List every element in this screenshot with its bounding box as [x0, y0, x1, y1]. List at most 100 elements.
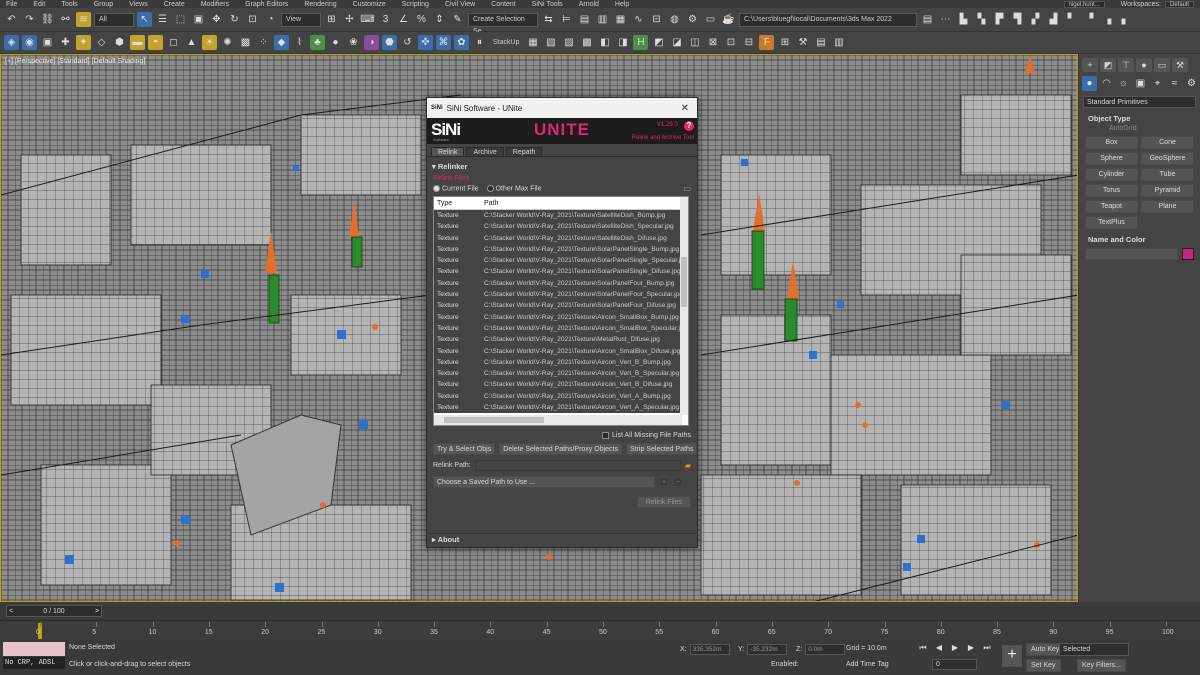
- fx-icon[interactable]: F: [759, 35, 775, 50]
- rendered-frame-window-icon[interactable]: ▭: [703, 12, 718, 27]
- time-slider-next-icon[interactable]: >: [93, 608, 101, 615]
- maxscript-listener[interactable]: [3, 642, 65, 656]
- missing-files-list[interactable]: Type Path Texture C:\Stacker World\V-Ray_…: [433, 196, 689, 426]
- tool-f-icon[interactable]: ▟: [1046, 12, 1061, 27]
- y-field[interactable]: -35.232m: [747, 644, 788, 655]
- bind-space-warp-icon[interactable]: ≋: [76, 12, 91, 27]
- add-time-tag[interactable]: Add Time Tag: [846, 661, 889, 668]
- sini-b-icon[interactable]: ▧: [543, 35, 558, 50]
- table-row[interactable]: Texture C:\Stacker World\V-Ray_2021\Textu…: [434, 243, 680, 256]
- select-place-icon[interactable]: ◔: [263, 12, 278, 27]
- create-tab-icon[interactable]: +: [1082, 58, 1098, 72]
- menu-item-tools[interactable]: Tools: [61, 1, 77, 8]
- tool-a-icon[interactable]: ▙: [956, 12, 971, 27]
- menu-item-customize[interactable]: Customize: [353, 1, 386, 8]
- menu-item-sini-tools[interactable]: SiNi Tools: [532, 1, 563, 8]
- mirror-icon[interactable]: ⇆: [541, 12, 556, 27]
- tube-button[interactable]: Tube: [1141, 168, 1194, 181]
- menu-item-arnold[interactable]: Arnold: [579, 1, 599, 8]
- named-selection-set-dropdown[interactable]: Create Selection Se: [468, 12, 538, 35]
- checker-icon[interactable]: ▩: [238, 35, 253, 50]
- sini-c-icon[interactable]: ▨: [561, 35, 576, 50]
- tab-archive[interactable]: Archive: [466, 147, 504, 156]
- space-warps-icon[interactable]: ≈: [1167, 76, 1182, 91]
- sini-pause-icon[interactable]: ⏸: [472, 35, 487, 50]
- sini-ignite-icon[interactable]: ✿: [454, 35, 469, 50]
- tool-i-icon[interactable]: ▗: [1100, 12, 1115, 27]
- window-crossing-icon[interactable]: ▣: [191, 12, 206, 27]
- bake-tool-icon[interactable]: ⬣: [382, 35, 397, 50]
- geosphere-button[interactable]: GeoSphere: [1141, 152, 1194, 165]
- remove-saved-path-icon[interactable]: −: [673, 477, 683, 487]
- teapot-button[interactable]: Teapot: [1085, 200, 1138, 213]
- angle-snap-icon[interactable]: ∠: [396, 12, 411, 27]
- previous-frame-icon[interactable]: ◀: [934, 643, 944, 653]
- adaptive-degradation-toggle[interactable]: Enabled:: [771, 661, 799, 668]
- material-editor-icon[interactable]: ◍: [667, 12, 682, 27]
- scene-explorer-icon[interactable]: ▤: [577, 12, 592, 27]
- pivot-center-icon[interactable]: ⊞: [324, 12, 339, 27]
- material-tool-icon[interactable]: ◑: [364, 35, 379, 50]
- play-icon[interactable]: ▶: [950, 643, 960, 653]
- light-icon[interactable]: ✺: [220, 35, 235, 50]
- table-row[interactable]: Texture C:\Stacker World\V-Ray_2021\Textu…: [434, 356, 680, 369]
- tool-h-icon[interactable]: ▝: [1082, 12, 1097, 27]
- menu-item-graph-editors[interactable]: Graph Editors: [245, 1, 288, 8]
- shapes-icon[interactable]: ◠: [1099, 76, 1114, 91]
- user-account[interactable]: nigel.hunt...: [1063, 0, 1105, 8]
- torus-button[interactable]: Torus: [1085, 184, 1138, 197]
- table-row[interactable]: Texture C:\Stacker World\V-Ray_2021\Textu…: [434, 210, 680, 222]
- sini-l-icon[interactable]: ⊟: [741, 35, 756, 50]
- table-row[interactable]: Texture C:\Stacker World\V-Ray_2021\Textu…: [434, 300, 680, 312]
- scatter-icon[interactable]: ⁘: [256, 35, 271, 50]
- time-slider-prev-icon[interactable]: <: [7, 608, 15, 615]
- tab-repath[interactable]: Repath: [505, 147, 543, 156]
- helpers-icon[interactable]: ⌖: [1150, 76, 1165, 91]
- select-object-icon[interactable]: ↖: [137, 12, 152, 27]
- set-key-plus-icon[interactable]: +: [1002, 645, 1022, 667]
- sini-tool-6-icon[interactable]: ◇: [94, 35, 109, 50]
- link-icon[interactable]: ⛓: [40, 12, 55, 27]
- cone-button[interactable]: Cone: [1141, 136, 1194, 149]
- modify-tab-icon[interactable]: ◩: [1100, 58, 1116, 72]
- menu-item-help[interactable]: Help: [615, 1, 629, 8]
- rectangular-selection-icon[interactable]: ⬚: [173, 12, 188, 27]
- snaps-toggle-icon[interactable]: 3: [378, 12, 393, 27]
- menu-item-rendering[interactable]: Rendering: [304, 1, 336, 8]
- saved-path-dropdown[interactable]: Choose a Saved Path to Use ...: [433, 476, 655, 488]
- hierarchy-tab-icon[interactable]: ⊤: [1118, 58, 1134, 72]
- tool-b-icon[interactable]: ▚: [974, 12, 989, 27]
- plant-icon[interactable]: ♣: [310, 35, 325, 50]
- menu-item-scripting[interactable]: Scripting: [402, 1, 429, 8]
- strip-selected-paths-button[interactable]: Strip Selected Paths: [625, 443, 698, 455]
- sun-icon[interactable]: ☀: [202, 35, 217, 50]
- current-file-radio[interactable]: Current File: [433, 184, 479, 192]
- sini-a-icon[interactable]: ▦: [525, 35, 540, 50]
- forest-tool-icon[interactable]: ❀: [346, 35, 361, 50]
- grid-tool-icon[interactable]: ⊞: [777, 35, 792, 50]
- table-row[interactable]: Texture C:\Stacker World\V-Ray_2021\Textu…: [434, 232, 680, 244]
- proxy-icon[interactable]: ◆: [274, 35, 289, 50]
- box-button[interactable]: Box: [1085, 136, 1138, 149]
- browse-folder-icon[interactable]: ▭: [683, 184, 691, 193]
- sini-tool-4-icon[interactable]: ✚: [58, 35, 73, 50]
- motion-tab-icon[interactable]: ●: [1136, 58, 1152, 72]
- vertical-scroll-thumb[interactable]: [681, 257, 687, 307]
- other-max-file-radio[interactable]: Other Max File: [486, 184, 541, 192]
- tool-c-icon[interactable]: ▛: [992, 12, 1007, 27]
- sphere-tool-icon[interactable]: ●: [328, 35, 343, 50]
- key-selection-dropdown[interactable]: Selected: [1059, 643, 1129, 656]
- reset-tool-icon[interactable]: ↺: [400, 35, 415, 50]
- toggle-ribbon-icon[interactable]: ▦: [613, 12, 628, 27]
- plane-button[interactable]: Plane: [1141, 200, 1194, 213]
- table-row[interactable]: Texture C:\Stacker World\V-Ray_2021\Textu…: [434, 390, 680, 403]
- wire-icon[interactable]: ⌇: [292, 35, 307, 50]
- track-bar[interactable]: 0 5 10 15 20 25 30 35 40 45 50 55 60 65 70 75 80 85 90 95 10…: [0, 620, 1200, 640]
- checkbox-box[interactable]: [602, 432, 610, 439]
- cube-icon[interactable]: ◻: [166, 35, 181, 50]
- sini-jigsaw-icon[interactable]: ✜: [418, 35, 433, 50]
- plane-primitive-icon[interactable]: ▬: [130, 35, 145, 50]
- pyramid-button[interactable]: Pyramid: [1141, 184, 1194, 197]
- list-vertical-scrollbar[interactable]: [680, 197, 688, 415]
- menu-item-create[interactable]: Create: [164, 1, 185, 8]
